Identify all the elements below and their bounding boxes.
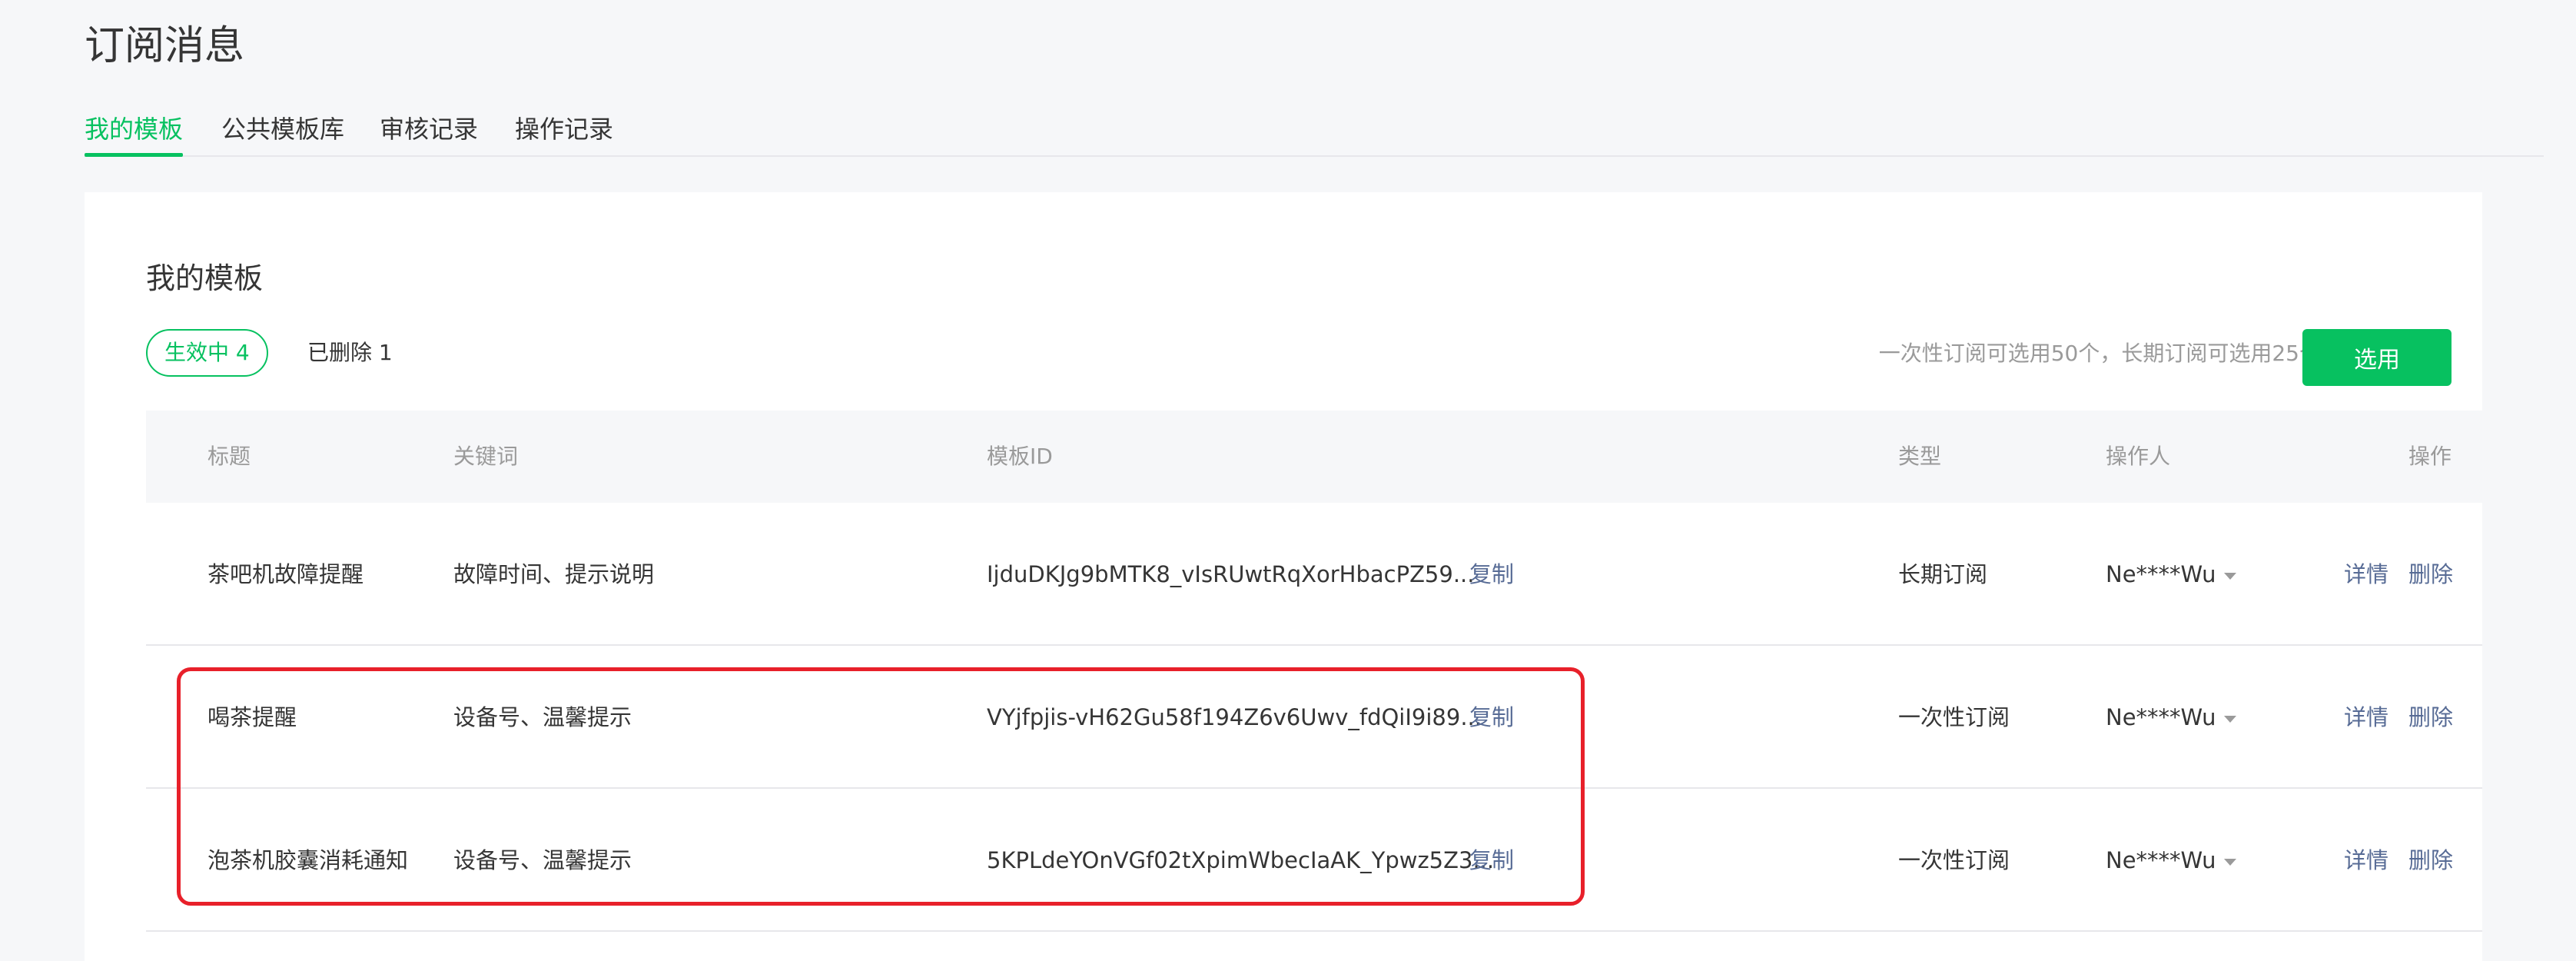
tab-public-library[interactable]: 公共模板库 (221, 108, 344, 151)
filter-active[interactable]: 生效中 4 (146, 329, 268, 377)
table-row: 茶吧机故障提醒 故障时间、提示说明 IjduDKJg9bMTK8_vIsRUwt… (146, 503, 2482, 646)
operator-name: Ne****Wu (2106, 704, 2216, 730)
delete-link[interactable]: 删除 (2408, 789, 2453, 932)
page-title: 订阅消息 (85, 23, 245, 69)
tab-review-records[interactable]: 审核记录 (380, 108, 478, 151)
templates-card: 我的模板 生效中 4 已删除 1 一次性订阅可选用50个，长期订阅可选用25个 … (85, 192, 2482, 961)
row-type: 长期订阅 (1898, 561, 1988, 587)
row-keywords: 故障时间、提示说明 (453, 561, 655, 587)
header-type: 类型 (1898, 444, 1942, 469)
header-actions: 操作 (2408, 444, 2452, 469)
header-title: 标题 (207, 444, 251, 469)
row-title: 泡茶机胶囊消耗通知 (207, 847, 409, 873)
tab-operation-records[interactable]: 操作记录 (515, 108, 613, 151)
row-template-id: VYjfpjis-vH62Gu58f194Z6v6Uwv_fdQiI9i89..… (987, 704, 1482, 730)
tab-my-templates[interactable]: 我的模板 (85, 108, 184, 157)
select-template-button[interactable]: 选用 (2302, 329, 2452, 386)
operator-name: Ne****Wu (2106, 561, 2216, 587)
table-header: 标题 关键词 模板ID 类型 操作人 操作 (146, 411, 2482, 503)
row-template-id: IjduDKJg9bMTK8_vIsRUwtRqXorHbacPZ59... (987, 561, 1475, 587)
operator-name: Ne****Wu (2106, 847, 2216, 873)
operator-dropdown[interactable]: Ne****Wu (2106, 503, 2236, 646)
row-keywords: 设备号、温馨提示 (453, 704, 632, 730)
row-type: 一次性订阅 (1898, 847, 2010, 873)
row-type: 一次性订阅 (1898, 704, 2010, 730)
row-template-id: 5KPLdeYOnVGf02tXpimWbecIaAK_Ypwz5Z3... (987, 847, 1495, 873)
operator-dropdown[interactable]: Ne****Wu (2106, 789, 2236, 932)
detail-link[interactable]: 详情 (2344, 503, 2388, 646)
table-row: 喝茶提醒 设备号、温馨提示 VYjfpjis-vH62Gu58f194Z6v6U… (146, 646, 2482, 789)
table-row: 泡茶机胶囊消耗通知 设备号、温馨提示 5KPLdeYOnVGf02tXpimWb… (146, 789, 2482, 932)
header-template-id: 模板ID (987, 444, 1053, 469)
caret-down-icon (2223, 572, 2236, 580)
caret-down-icon (2223, 715, 2236, 723)
row-title: 喝茶提醒 (207, 704, 297, 730)
operator-dropdown[interactable]: Ne****Wu (2106, 646, 2236, 789)
row-title: 茶吧机故障提醒 (207, 561, 364, 587)
detail-link[interactable]: 详情 (2344, 646, 2388, 789)
section-title: 我的模板 (146, 261, 264, 295)
caret-down-icon (2223, 858, 2236, 866)
quota-hint: 一次性订阅可选用50个，长期订阅可选用25个 (1878, 341, 2321, 366)
copy-link[interactable]: 复制 (1469, 789, 1514, 932)
copy-link[interactable]: 复制 (1469, 646, 1514, 789)
filter-deleted[interactable]: 已删除 1 (307, 329, 393, 377)
header-operator: 操作人 (2106, 444, 2171, 469)
detail-link[interactable]: 详情 (2344, 789, 2388, 932)
header-keywords: 关键词 (453, 444, 519, 469)
copy-link[interactable]: 复制 (1469, 503, 1514, 646)
delete-link[interactable]: 删除 (2408, 503, 2453, 646)
tab-bar: 我的模板 公共模板库 审核记录 操作记录 (85, 108, 2544, 157)
row-keywords: 设备号、温馨提示 (453, 847, 632, 873)
delete-link[interactable]: 删除 (2408, 646, 2453, 789)
